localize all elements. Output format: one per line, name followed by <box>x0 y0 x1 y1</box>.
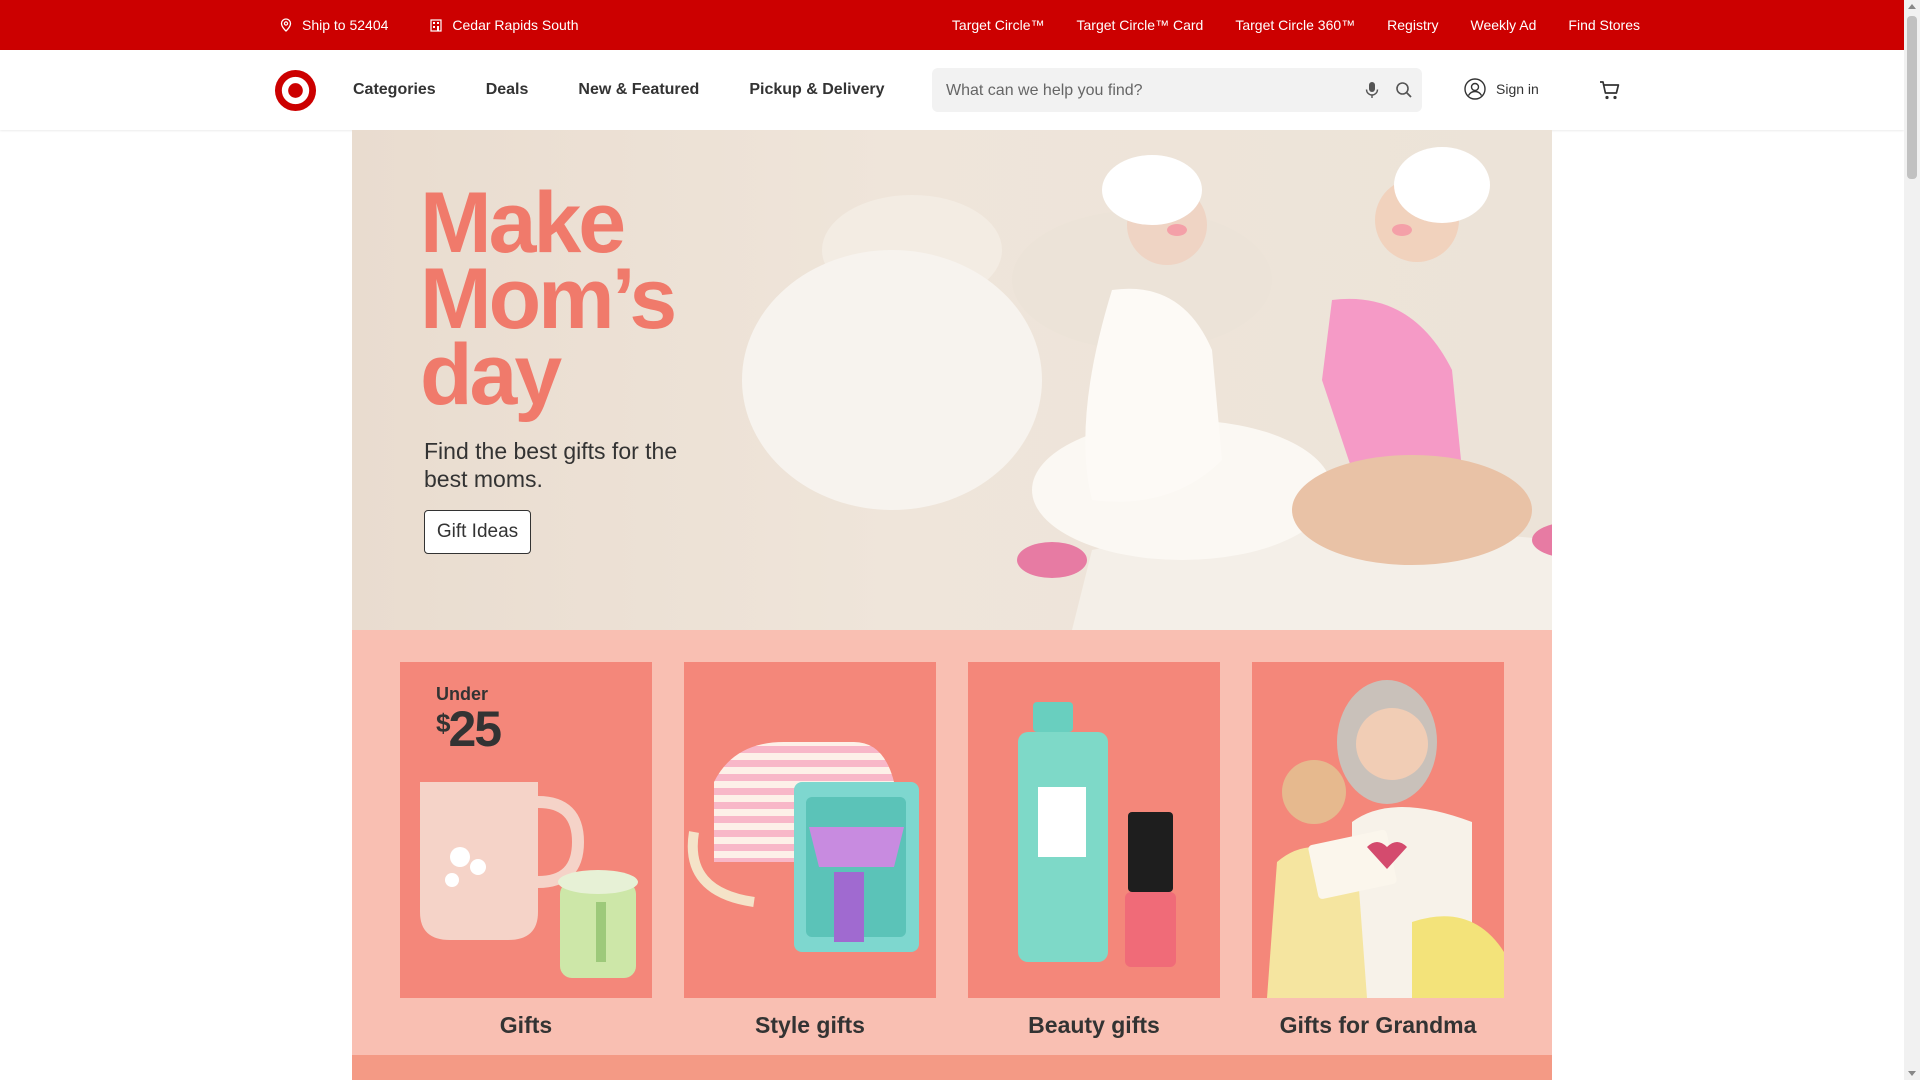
account-icon <box>1464 78 1486 100</box>
category-label: Beauty gifts <box>1028 1012 1160 1038</box>
price-badge-symbol: $ <box>436 708 451 738</box>
price-badge-amount: $25 <box>436 704 502 754</box>
link-target-circle[interactable]: Target Circle™ <box>952 17 1045 33</box>
utility-left: Ship to 52404 Cedar Rapids South <box>279 0 619 50</box>
perfume-lipgloss-image <box>1018 702 1176 967</box>
category-card-style-gifts[interactable]: Style gifts <box>684 662 936 1039</box>
link-find-stores[interactable]: Find Stores <box>1568 17 1640 33</box>
category-card-gifts-for-grandma[interactable]: Gifts for Grandma <box>1252 662 1504 1039</box>
hero-subtitle: Find the best gifts for the best moms. <box>424 438 678 492</box>
next-section-edge <box>352 1055 1552 1080</box>
target-logo-icon[interactable] <box>274 69 317 112</box>
category-image-style-gifts <box>684 662 936 998</box>
hero-title: Make Mom’s day <box>420 175 780 423</box>
gift-categories-section: Under $25 Gifts Style gifts Beauty gifts… <box>352 630 1552 1055</box>
location-pin-icon <box>280 18 292 32</box>
main-header: Categories Deals New & Featured Pickup &… <box>0 50 1904 130</box>
hero-title-line: Make <box>420 175 626 271</box>
utility-links: Target Circle™ Target Circle™ Card Targe… <box>952 0 1640 50</box>
link-target-circle-card[interactable]: Target Circle™ Card <box>1077 17 1204 33</box>
sign-in-button[interactable]: Sign in <box>1464 78 1539 100</box>
ship-to-link[interactable]: Ship to 52404 <box>279 17 388 33</box>
page-scrollbar[interactable] <box>1904 0 1920 1080</box>
price-badge-value: 25 <box>448 701 502 757</box>
search-bar <box>932 68 1422 114</box>
main-nav: Categories Deals New & Featured Pickup &… <box>353 50 935 130</box>
hero-title-line: Mom’s <box>420 251 677 347</box>
hero-banner[interactable]: Make Mom’s day Find the best gifts for t… <box>352 130 1552 630</box>
link-registry[interactable]: Registry <box>1387 17 1438 33</box>
nav-pickup-delivery[interactable]: Pickup & Delivery <box>749 81 884 99</box>
scroll-up-arrow-icon[interactable] <box>1908 4 1916 9</box>
link-target-circle-360[interactable]: Target Circle 360™ <box>1235 17 1355 33</box>
bag-bracelet-image <box>687 742 919 952</box>
category-image-beauty-gifts <box>968 662 1220 998</box>
utility-bar: Ship to 52404 Cedar Rapids South Target … <box>0 0 1904 50</box>
sign-in-label: Sign in <box>1496 81 1539 97</box>
scrollbar-thumb[interactable] <box>1907 16 1917 179</box>
category-label: Style gifts <box>755 1012 865 1038</box>
link-weekly-ad[interactable]: Weekly Ad <box>1471 17 1537 33</box>
category-image-gifts-for-grandma <box>1252 662 1504 998</box>
nav-deals[interactable]: Deals <box>486 81 529 99</box>
category-label: Gifts <box>499 1012 553 1038</box>
mug-candle-image <box>420 782 638 978</box>
cart-icon[interactable] <box>1598 78 1622 102</box>
hero-image <box>742 147 1552 630</box>
ship-to-label: Ship to 52404 <box>302 17 389 33</box>
microphone-icon[interactable] <box>1362 80 1382 100</box>
scroll-down-arrow-icon[interactable] <box>1908 1071 1916 1076</box>
gift-ideas-button[interactable]: Gift Ideas <box>424 510 531 554</box>
store-icon <box>430 19 443 32</box>
store-label: Cedar Rapids South <box>452 17 579 33</box>
category-label: Gifts for Grandma <box>1279 1012 1477 1038</box>
category-image-gifts: Under $25 <box>400 662 652 998</box>
price-badge: Under $25 <box>436 684 502 754</box>
search-input[interactable] <box>944 68 1348 114</box>
hero-title-line: day <box>420 327 562 423</box>
search-icon[interactable] <box>1394 80 1414 100</box>
category-card-gifts[interactable]: Under $25 Gifts <box>400 662 652 1039</box>
category-card-beauty-gifts[interactable]: Beauty gifts <box>968 662 1220 1039</box>
nav-categories[interactable]: Categories <box>353 81 436 99</box>
nav-new-featured[interactable]: New & Featured <box>578 81 699 99</box>
grandma-child-image <box>1267 680 1504 998</box>
store-link[interactable]: Cedar Rapids South <box>429 17 578 33</box>
